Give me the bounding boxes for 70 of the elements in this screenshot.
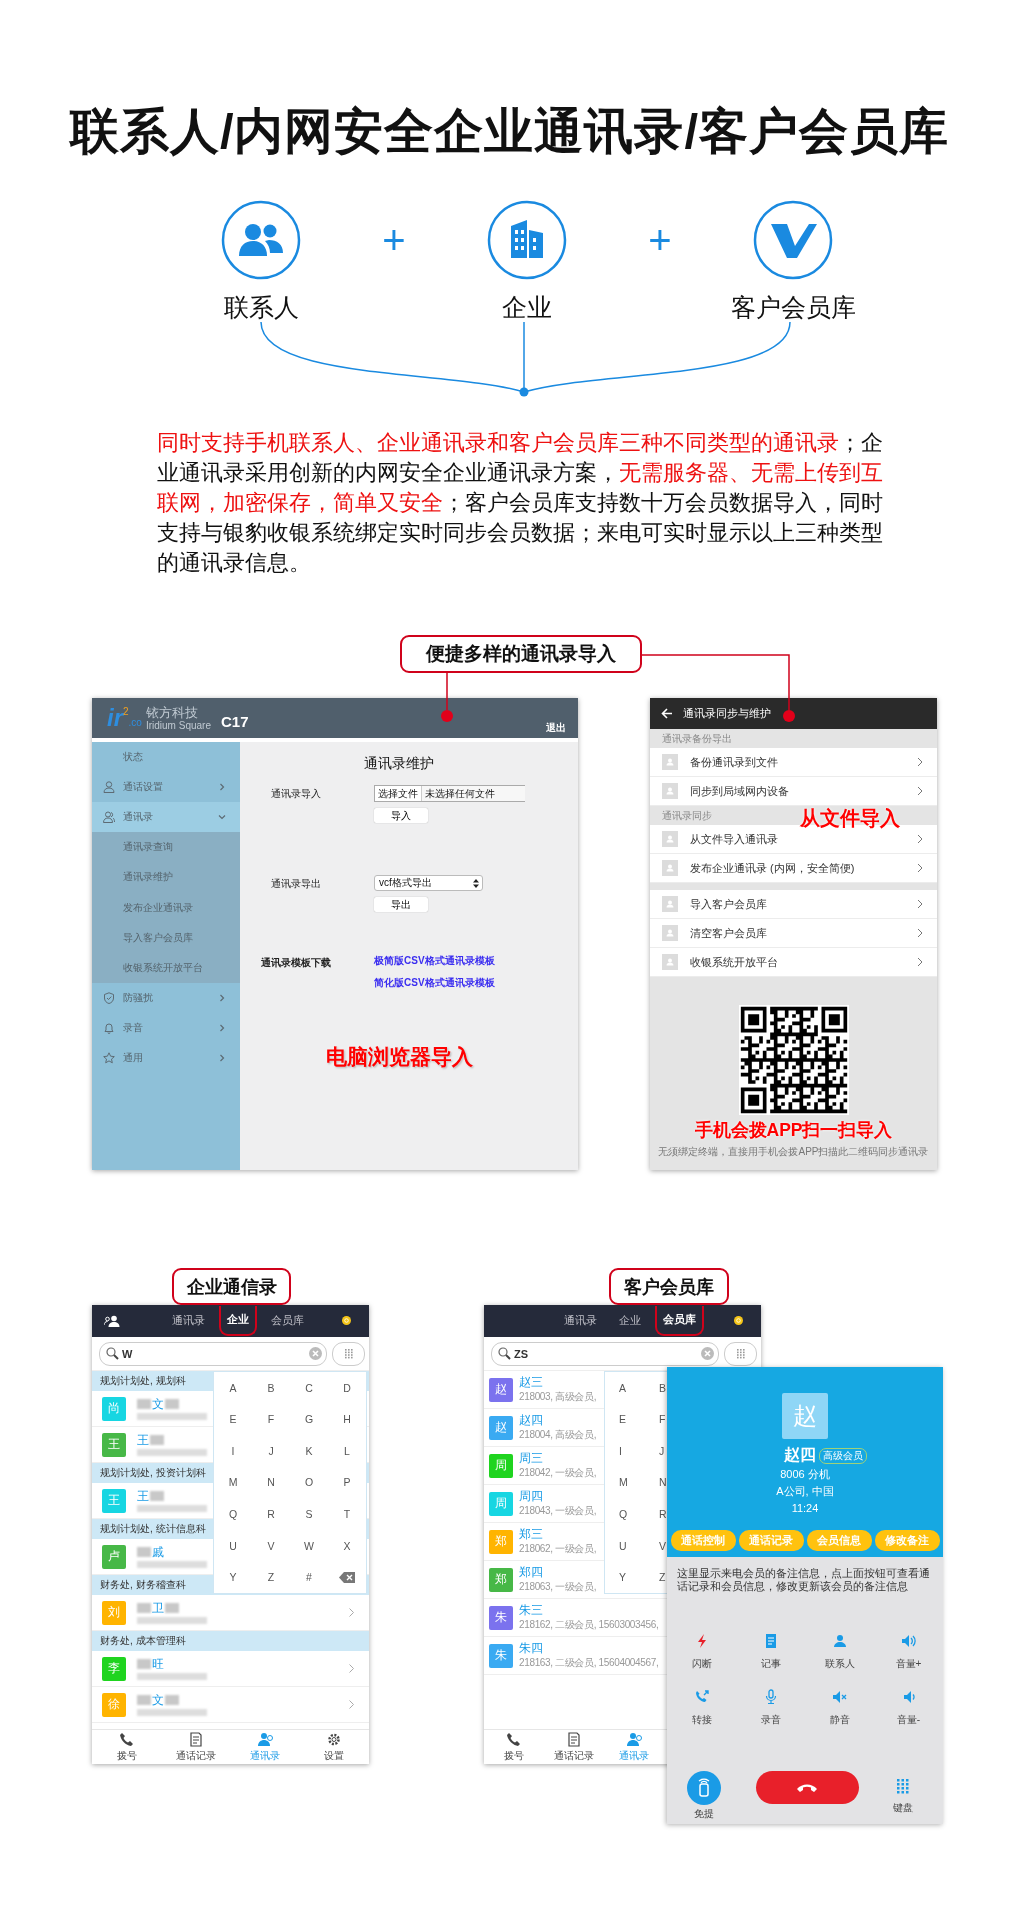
avatar-initial: 赵 — [489, 1377, 513, 1402]
overlay-caption: 手机会拨APP扫一扫导入 — [694, 1119, 893, 1142]
feature-label: 企业 — [502, 292, 552, 322]
member-name: 赵三 — [519, 1375, 543, 1389]
plus-sign: + — [647, 217, 673, 264]
member-details: 218163, 二级会员, 15604004567, — [519, 1656, 659, 1670]
avatar-initial: 王 — [102, 1432, 126, 1457]
section-header: 通讯录备份导出 — [661, 732, 732, 746]
contact-name: 戚 — [152, 1545, 164, 1559]
avatar-initial: 郑 — [489, 1529, 513, 1554]
page-heading: 通讯录维护 — [363, 755, 435, 773]
screen-title: 通讯录同步与维护 — [683, 706, 771, 721]
avatar-initial: 尚 — [102, 1396, 126, 1421]
brand-name: 铱方科技 — [145, 704, 199, 720]
member-name: 郑四 — [519, 1565, 543, 1579]
hint-text: 无须绑定终端，直接用手机会拨APP扫描此二维码同步通讯录 — [658, 1145, 929, 1159]
caller-name: 赵四 — [783, 1445, 816, 1465]
member-name: 周四 — [519, 1489, 543, 1503]
avatar-initial: 朱 — [489, 1643, 513, 1668]
member-details: 218162, 二级会员, 15603003456, — [519, 1618, 659, 1632]
callout-label: 客户会员库 — [609, 1268, 729, 1305]
note-text: 这里显示来电会员的备注信息，点上面按钮可查看通话记录和会员信息，修改更新该会员的备注信息 — [677, 1567, 931, 1593]
description-paragraph: 同时支持手机联系人、企业通讯录和客户会员库三种不同类型的通讯录；企业通讯录采用创新的内网安全企业通讯录方案，无需服务器、无需上传到互联网，加密保存，简单又安全；客户会员库支持数十万会员数据导入，同时支持与银豹收银系统绑定实时同步会员数据；来电可实时显示以上三种类型的通讯录信息。 — [157, 429, 884, 577]
contact-name: 王 — [137, 1433, 149, 1447]
contact-name: 文 — [152, 1693, 164, 1707]
extension-text: 8006 分机 — [780, 1467, 830, 1482]
avatar-initial: 王 — [102, 1488, 126, 1513]
brand-subtitle: Iridium Square — [145, 719, 211, 732]
contact-name: 卫 — [152, 1601, 164, 1615]
avatar-initial: 刘 — [102, 1600, 126, 1625]
group-header: 财务处, 成本管理科 — [92, 1631, 369, 1651]
callout-label: 便捷多样的通讯录导入 — [400, 635, 642, 673]
company-text: A公司, 中国 — [776, 1484, 834, 1499]
call-time: 11:24 — [791, 1501, 819, 1516]
member-name: 赵四 — [519, 1413, 543, 1427]
contact-name: 文 — [152, 1397, 164, 1411]
member-details: 218063, 一级会员, — [519, 1580, 597, 1594]
member-name: 朱四 — [519, 1641, 543, 1655]
member-level-tag: 高级会员 — [818, 1447, 867, 1464]
member-details: 218004, 高级会员, — [519, 1428, 597, 1442]
field-label: 通讯录导入 — [270, 787, 322, 801]
avatar-initial: 徐 — [102, 1692, 126, 1717]
member-details: 218062, 一级会员, — [519, 1542, 597, 1556]
avatar-initial: 赵 — [489, 1415, 513, 1440]
member-name: 周三 — [519, 1451, 543, 1465]
avatar-initial: 朱 — [489, 1605, 513, 1630]
avatar-initial: 周 — [489, 1453, 513, 1478]
contact-name: 王 — [137, 1489, 149, 1503]
member-name: 郑三 — [519, 1527, 543, 1541]
avatar-initial: 卢 — [102, 1544, 126, 1569]
member-details: 218043, 一级会员, — [519, 1504, 597, 1518]
member-name: 朱三 — [519, 1603, 543, 1617]
field-label: 通讯录模板下载 — [260, 956, 332, 970]
file-status: 未选择任何文件 — [424, 786, 495, 801]
member-details: 218003, 高级会员, — [519, 1390, 597, 1404]
avatar-initial: 李 — [102, 1656, 126, 1681]
avatar-initial: 周 — [489, 1491, 513, 1516]
feature-label: 客户会员库 — [730, 292, 856, 322]
section-header: 通讯录同步 — [661, 809, 712, 823]
feature-label: 联系人 — [223, 292, 299, 322]
plus-sign: + — [381, 217, 407, 264]
overlay-caption: 电脑浏览器导入 — [326, 1044, 473, 1070]
avatar-initial: 赵 — [782, 1393, 828, 1439]
field-label: 通讯录导出 — [270, 877, 322, 891]
model-name: C17 — [220, 712, 249, 730]
member-details: 218042, 一级会员, — [519, 1466, 597, 1480]
page-title: 联系人/内网安全企业通讯录/客户会员库 — [68, 103, 951, 160]
callout-label: 企业通信录 — [172, 1268, 291, 1305]
contact-name: 旺 — [152, 1657, 164, 1671]
avatar-initial: 郑 — [489, 1567, 513, 1592]
